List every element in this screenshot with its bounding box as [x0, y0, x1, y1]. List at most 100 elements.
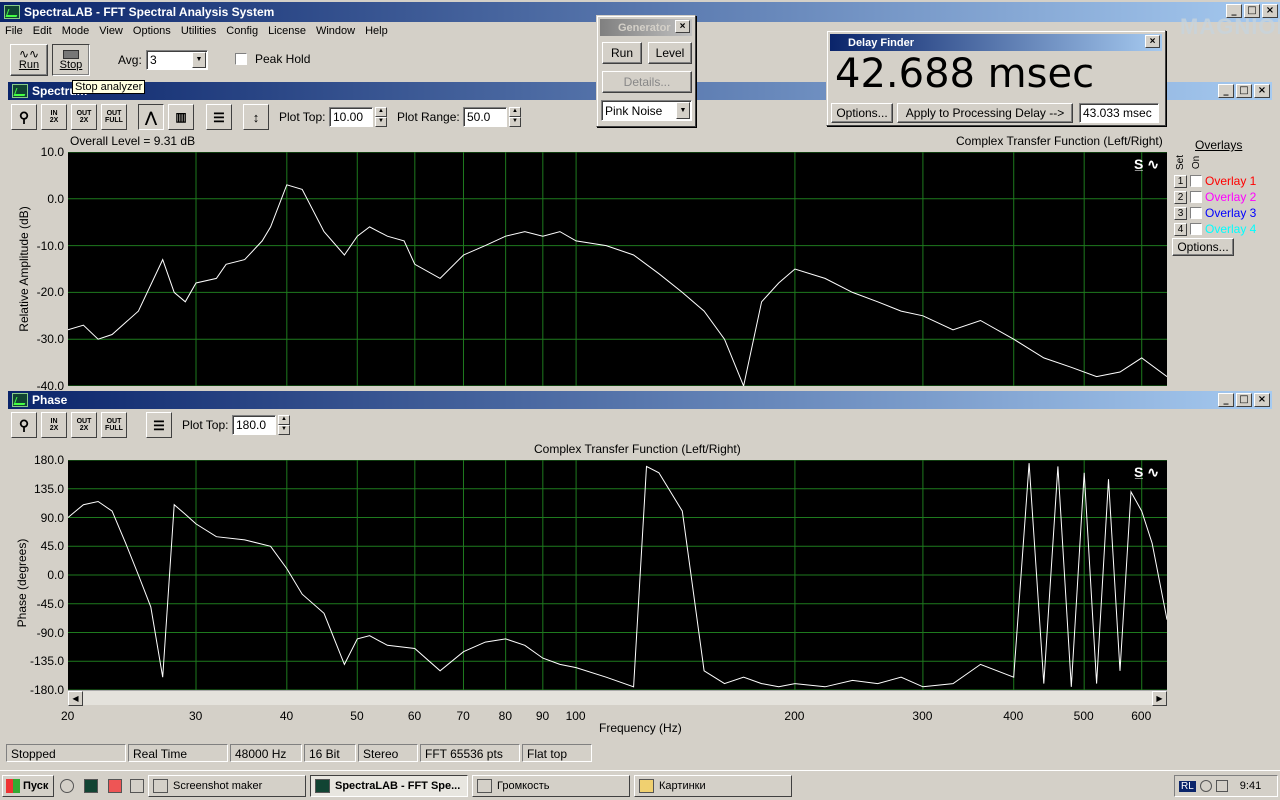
menu-config[interactable]: Config	[221, 25, 263, 37]
overlay-checkbox[interactable]	[1190, 175, 1202, 187]
status-channels: Stereo	[358, 744, 418, 762]
task-pictures[interactable]: Картинки	[634, 775, 792, 797]
menu-options[interactable]: Options	[128, 25, 176, 37]
folder-icon	[639, 779, 654, 793]
chevron-down-icon[interactable]: ▼	[192, 52, 206, 68]
delay-options-button[interactable]: Options...	[831, 103, 893, 123]
phase-chart	[68, 460, 1167, 690]
plot-range-input[interactable]: 50.0	[463, 107, 507, 127]
phase-plot-top-stepper[interactable]: ▲ ▼	[278, 415, 290, 435]
task-spectralab[interactable]: SpectraLAB - FFT Spe...	[310, 775, 468, 797]
close-button[interactable]: ×	[1254, 393, 1270, 407]
delay-value: 42.688 msec	[835, 51, 1095, 97]
bar-plot-icon[interactable]: ▥	[168, 104, 194, 130]
tooltip: Stop analyzer	[72, 80, 146, 94]
overlay-checkbox[interactable]	[1190, 191, 1202, 203]
clock[interactable]: 9:41	[1240, 780, 1261, 792]
overlay-row-4[interactable]: 4 Overlay 4	[1174, 222, 1256, 236]
scroll-left-button[interactable]: ◀	[68, 691, 83, 706]
quicklaunch-icon[interactable]	[60, 779, 74, 793]
plot-top-stepper[interactable]: ▲ ▼	[375, 107, 387, 127]
maximize-button[interactable]: □	[1236, 393, 1252, 407]
quicklaunch-icon[interactable]	[84, 779, 98, 793]
phase-title: Phase	[32, 393, 68, 407]
apply-delay-button[interactable]: Apply to Processing Delay -->	[897, 103, 1073, 123]
generator-run-button[interactable]: Run	[602, 42, 642, 64]
quicklaunch-icon[interactable]	[108, 779, 122, 793]
zoom-out-full-icon[interactable]: OUT FULL	[101, 104, 127, 130]
menu-window[interactable]: Window	[311, 25, 360, 37]
line-plot-icon[interactable]: ⋀	[138, 104, 164, 130]
camera-icon	[153, 779, 168, 793]
spectrum-plot[interactable]: S̲ ∿	[68, 152, 1167, 386]
y-tick-label: 0.0	[47, 191, 64, 206]
task-screenshot-maker[interactable]: Screenshot maker	[148, 775, 306, 797]
minimize-button[interactable]: _	[1218, 84, 1234, 98]
zoom-out-full-icon[interactable]: OUT FULL	[101, 412, 127, 438]
overlay-row-2[interactable]: 2 Overlay 2	[1174, 190, 1256, 204]
chevron-down-icon[interactable]: ▼	[676, 102, 690, 119]
zoom-in-2x-icon[interactable]: IN 2X	[41, 412, 67, 438]
maximize-button[interactable]: □	[1236, 84, 1252, 98]
close-button[interactable]: ×	[1254, 84, 1270, 98]
phase-scrollbar[interactable]: ◀ ▶	[68, 690, 1167, 706]
menu-mode[interactable]: Mode	[57, 25, 95, 37]
scroll-right-button[interactable]: ▶	[1152, 691, 1167, 706]
generator-details-button[interactable]: Details...	[602, 71, 692, 93]
plot-range-stepper[interactable]: ▲ ▼	[509, 107, 521, 127]
menu-license[interactable]: License	[263, 25, 311, 37]
network-icon[interactable]	[1199, 780, 1212, 792]
x-tick-label: 70	[456, 709, 470, 723]
minimize-button[interactable]: _	[1218, 393, 1234, 407]
y-tick-label: -45.0	[36, 596, 64, 611]
table-icon[interactable]: ☰	[206, 104, 232, 130]
menu-utilities[interactable]: Utilities	[176, 25, 221, 37]
generator-level-button[interactable]: Level	[648, 42, 692, 64]
spectrum-chart	[68, 152, 1167, 386]
avg-select[interactable]: 3 ▼	[146, 50, 208, 70]
signal-select[interactable]: Pink Noise ▼	[601, 100, 692, 121]
table-icon[interactable]: ☰	[146, 412, 172, 438]
close-icon[interactable]: ×	[675, 20, 690, 33]
run-button[interactable]: ∿∿ Run	[10, 44, 48, 76]
menu-file[interactable]: File	[0, 25, 28, 37]
start-button[interactable]: Пуск	[2, 775, 54, 797]
volume-icon[interactable]	[1215, 780, 1228, 792]
stop-button[interactable]: Stop	[52, 44, 90, 76]
status-rate: 48000 Hz	[230, 744, 302, 762]
processing-delay-field[interactable]: 43.033 msec	[1079, 103, 1159, 123]
scale-icon[interactable]: S̲ ∿	[1134, 464, 1159, 481]
overlay-label: Overlay 1	[1205, 174, 1257, 188]
overlay-row-3[interactable]: 3 Overlay 3	[1174, 206, 1256, 220]
quicklaunch-icon[interactable]	[130, 779, 144, 793]
zoom-in-2x-icon[interactable]: IN 2X	[41, 104, 67, 130]
x-tick-label: 200	[784, 709, 805, 723]
zoom-icon[interactable]: ⚲	[11, 104, 37, 130]
vertical-scale-icon[interactable]: ↕	[243, 104, 269, 130]
zoom-out-2x-icon[interactable]: OUT 2X	[71, 412, 97, 438]
menu-view[interactable]: View	[94, 25, 128, 37]
phase-xlabel: Frequency (Hz)	[599, 721, 682, 735]
zoom-icon[interactable]: ⚲	[11, 412, 37, 438]
phase-plot[interactable]: S̲ ∿	[68, 460, 1167, 690]
peak-hold-label: Peak Hold	[255, 52, 311, 66]
x-tick-label: 400	[1003, 709, 1024, 723]
task-volume[interactable]: Громкость	[472, 775, 630, 797]
menu-help[interactable]: Help	[360, 25, 393, 37]
overlay-row-1[interactable]: 1 Overlay 1	[1174, 174, 1256, 188]
language-indicator[interactable]: RL	[1179, 780, 1196, 792]
overlay-checkbox[interactable]	[1190, 207, 1202, 219]
zoom-out-2x-icon[interactable]: OUT 2X	[71, 104, 97, 130]
overlays-header[interactable]: Overlays	[1195, 138, 1242, 152]
menu-edit[interactable]: Edit	[28, 25, 57, 37]
close-icon[interactable]: ×	[1145, 35, 1160, 48]
peak-hold-checkbox[interactable]	[235, 53, 247, 65]
x-tick-label: 600	[1131, 709, 1152, 723]
phase-plot-top-input[interactable]: 180.0	[232, 415, 276, 435]
overlays-options-button[interactable]: Options...	[1172, 238, 1234, 256]
status-mode: Real Time	[128, 744, 228, 762]
plot-top-label: Plot Top:	[279, 110, 326, 124]
overlay-checkbox[interactable]	[1190, 223, 1202, 235]
plot-top-input[interactable]: 10.00	[329, 107, 373, 127]
scale-icon[interactable]: S̲ ∿	[1134, 156, 1159, 173]
